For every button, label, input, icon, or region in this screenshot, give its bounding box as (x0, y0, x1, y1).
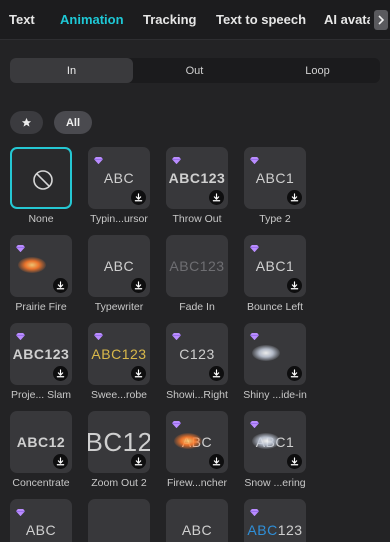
premium-gem-icon (16, 327, 25, 340)
download-icon[interactable] (131, 454, 146, 469)
preview-text: ABC (25, 522, 57, 538)
download-icon[interactable] (131, 190, 146, 205)
premium-gem-icon (250, 151, 259, 164)
animation-card[interactable]: ABC (88, 147, 150, 209)
premium-gem-icon (16, 503, 25, 516)
premium-gem-icon (250, 415, 259, 428)
animation-preview: ABC123 (166, 235, 228, 297)
preview-text: ABC123 (12, 346, 70, 362)
preview-text: C123 (179, 346, 215, 362)
animation-card[interactable] (244, 323, 306, 385)
animation-card[interactable]: ABC123 (166, 235, 228, 297)
animation-label: Firew...ncher (166, 477, 228, 489)
animation-card[interactable]: ABC1 (244, 147, 306, 209)
animation-card[interactable]: ABC123 (88, 323, 150, 385)
animation-card[interactable]: ABC123 (244, 499, 306, 542)
sparkle-effect (252, 433, 280, 449)
preview-text: ABC123 (169, 258, 225, 274)
download-icon[interactable] (287, 278, 302, 293)
premium-gem-icon (250, 503, 259, 516)
premium-gem-icon (250, 327, 259, 340)
preview-text: BC12 (88, 426, 150, 457)
animation-card[interactable]: ABC (166, 499, 228, 542)
premium-gem-icon (250, 239, 259, 252)
animation-card[interactable]: ABC (88, 235, 150, 297)
animation-card[interactable]: ABC1 (244, 411, 306, 473)
preview-text: ABC (103, 170, 135, 186)
animation-preview (88, 499, 150, 542)
animation-preview (12, 149, 70, 207)
scrollbar[interactable] (386, 40, 390, 542)
animation-card[interactable] (10, 147, 72, 209)
premium-gem-icon (16, 239, 25, 252)
animation-card[interactable]: C123 (166, 323, 228, 385)
premium-gem-icon (172, 415, 181, 428)
preview-text: ABC123 (91, 346, 147, 362)
download-icon[interactable] (131, 366, 146, 381)
animation-label: Zoom Out 2 (91, 477, 147, 489)
animation-card[interactable]: ABC (166, 411, 228, 473)
animation-label: Fade In (179, 301, 215, 313)
animation-card[interactable]: BC12 (88, 411, 150, 473)
download-icon[interactable] (53, 278, 68, 293)
animation-label: Bounce Left (246, 301, 304, 313)
animation-card[interactable]: ABC (10, 499, 72, 542)
download-icon[interactable] (287, 366, 302, 381)
animation-label: Typewriter (94, 301, 144, 313)
animation-label: Showi...Right (166, 389, 228, 401)
animation-card[interactable]: ABC12 (10, 411, 72, 473)
premium-gem-icon (94, 327, 103, 340)
animation-card[interactable]: ABC123 (166, 147, 228, 209)
animation-card[interactable]: ABC1 (244, 235, 306, 297)
download-icon[interactable] (53, 454, 68, 469)
none-icon (33, 170, 53, 190)
animation-card[interactable] (88, 499, 150, 542)
animation-card[interactable] (10, 235, 72, 297)
animation-label: Swee...robe (90, 389, 148, 401)
download-icon[interactable] (209, 190, 224, 205)
animation-label: Type 2 (259, 213, 291, 225)
animation-label: Snow ...ering (244, 477, 306, 489)
sparkle-effect (174, 433, 202, 449)
download-icon[interactable] (131, 278, 146, 293)
preview-text: ABC (103, 258, 135, 274)
animation-label: Prairie Fire (15, 301, 67, 313)
premium-gem-icon (172, 327, 181, 340)
animation-label: None (28, 213, 54, 225)
preview-text: ABC123 (168, 170, 226, 186)
animation-grid: None ABC Typin...ursor ABC123 Throw Out ABC1 T… (0, 0, 390, 542)
download-icon[interactable] (287, 454, 302, 469)
download-icon[interactable] (53, 366, 68, 381)
preview-text: ABC (181, 522, 213, 538)
preview-text: ABC123 (247, 522, 303, 538)
preview-text: ABC1 (255, 170, 295, 186)
download-icon[interactable] (287, 190, 302, 205)
animation-label: Shiny ...ide-in (243, 389, 307, 401)
animation-card[interactable]: ABC123 (10, 323, 72, 385)
premium-gem-icon (172, 151, 181, 164)
animation-label: Concentrate (12, 477, 70, 489)
download-icon[interactable] (209, 366, 224, 381)
animation-label: Proje... Slam (10, 389, 72, 401)
download-icon[interactable] (209, 454, 224, 469)
animation-preview: ABC (166, 499, 228, 542)
sparkle-effect (252, 345, 280, 361)
preview-text: ABC1 (255, 258, 295, 274)
premium-gem-icon (94, 151, 103, 164)
preview-text: ABC12 (16, 434, 66, 450)
animation-label: Throw Out (172, 213, 222, 225)
animation-label: Typin...ursor (90, 213, 148, 225)
sparkle-effect (18, 257, 46, 273)
